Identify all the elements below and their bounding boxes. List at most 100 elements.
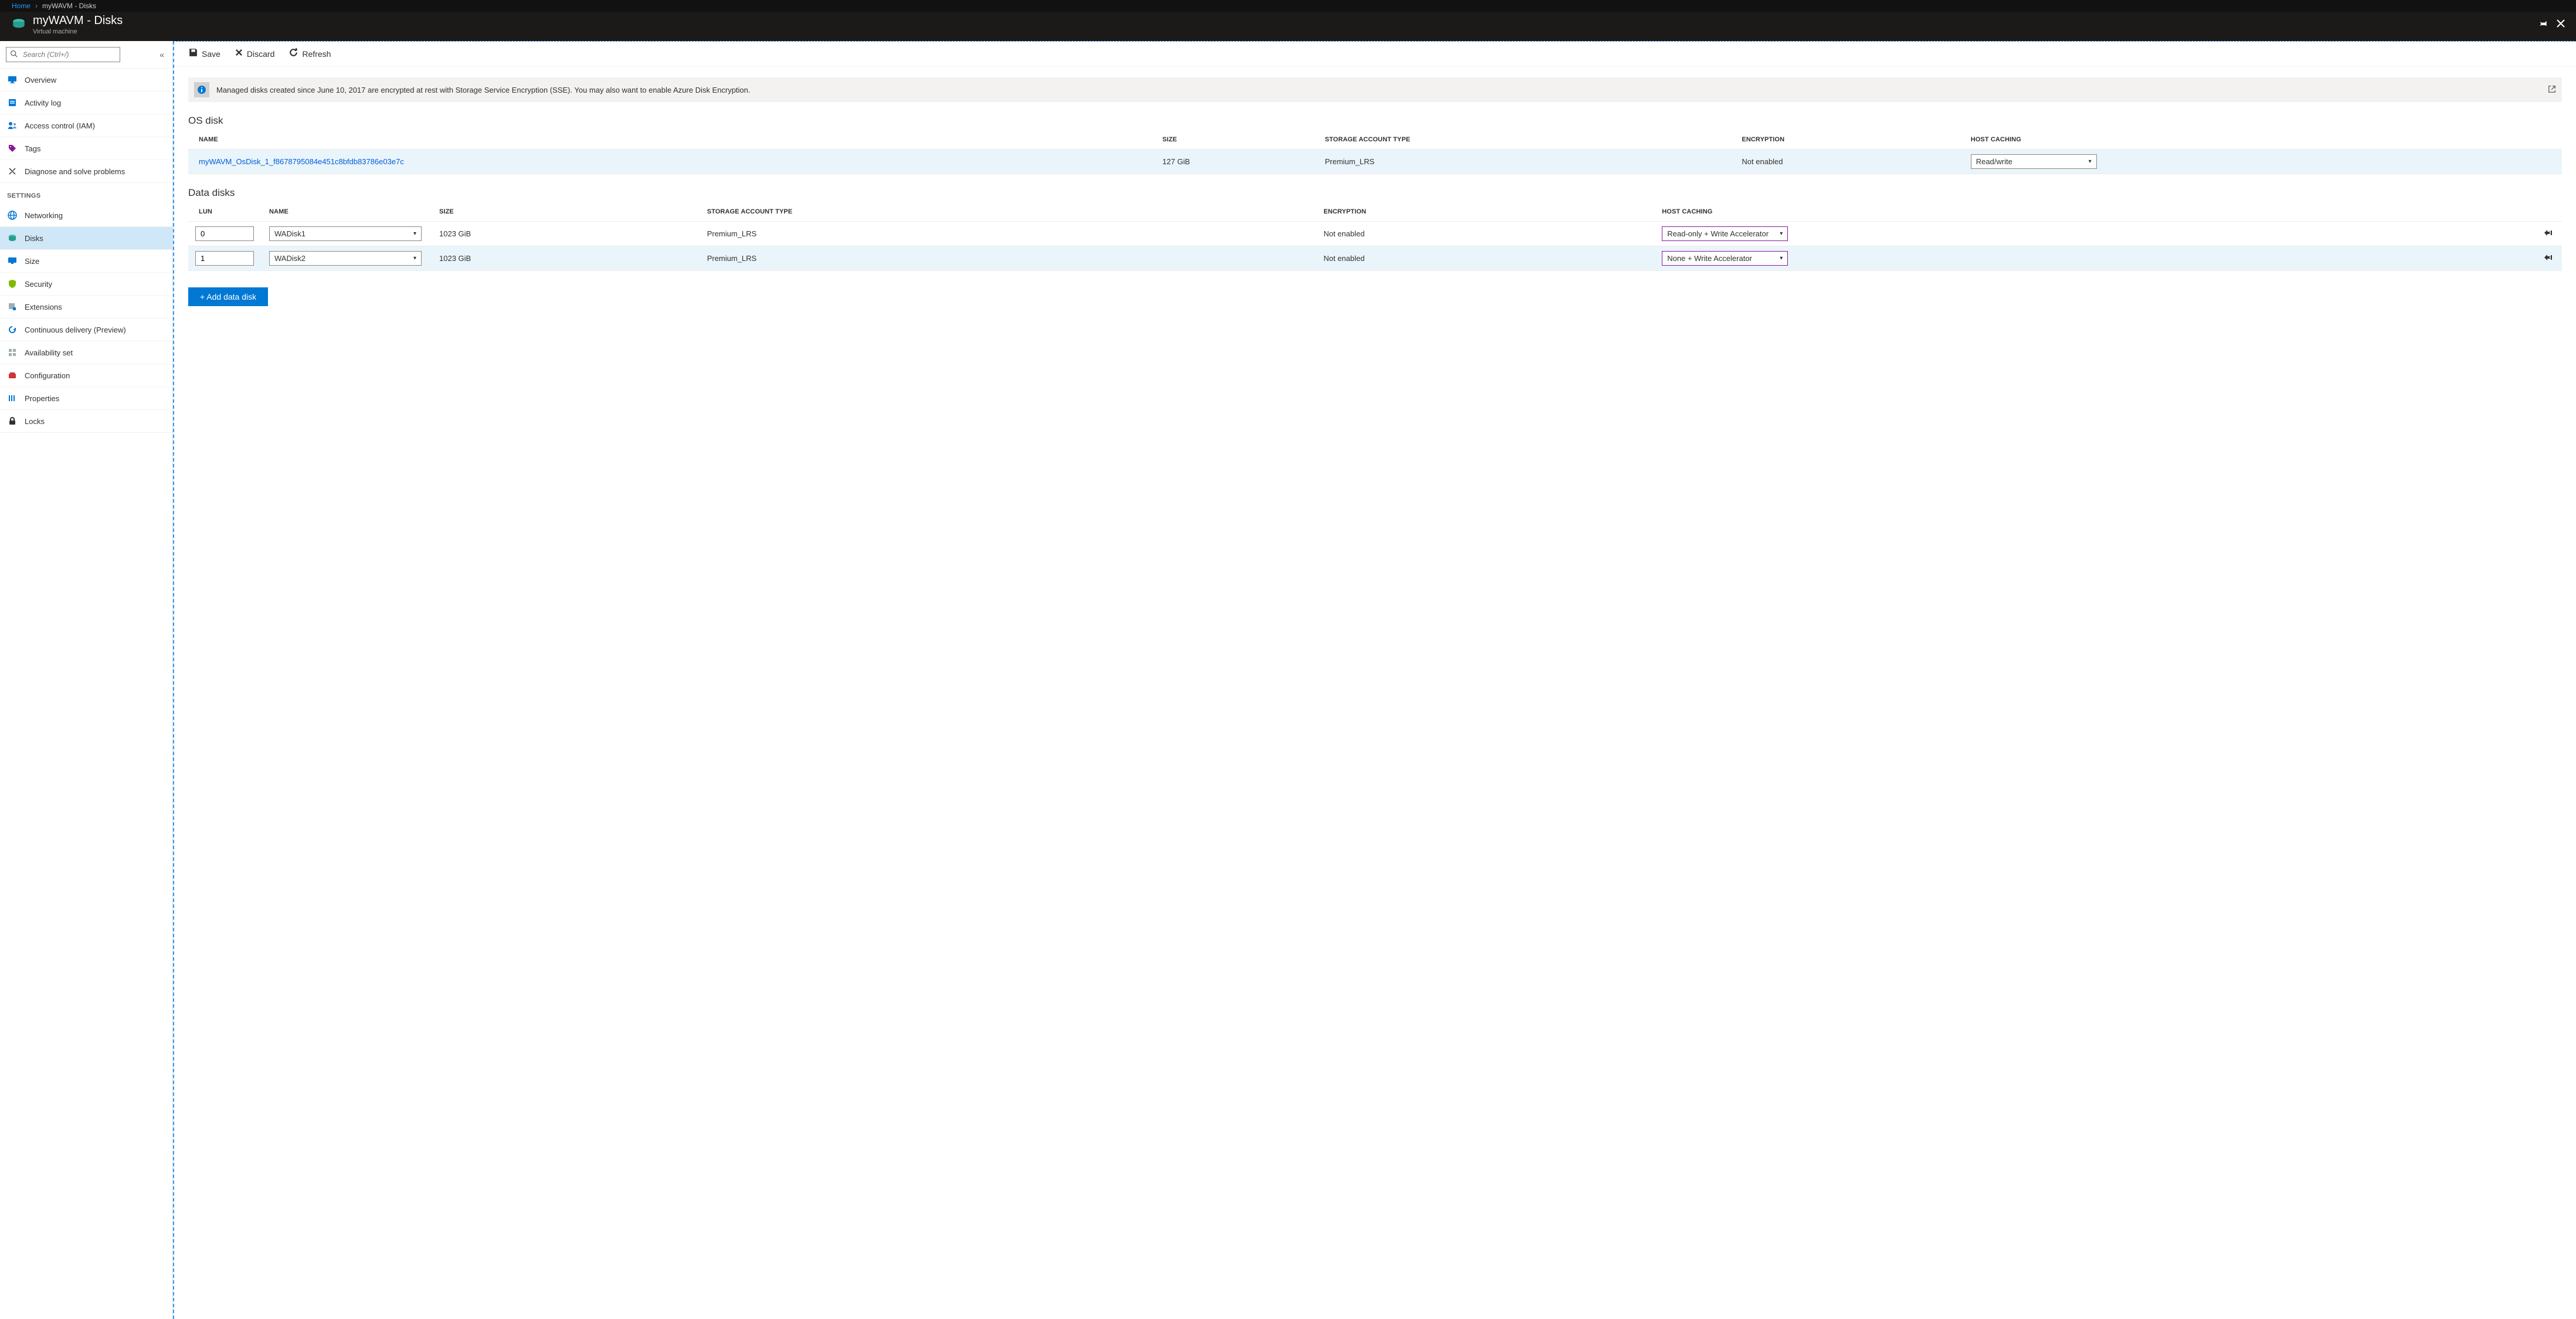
external-link-icon[interactable] (2548, 85, 2556, 95)
data-disk-row: WADisk1 ▾ 1023 GiB Premium_LRS Not enabl… (188, 222, 2562, 246)
availability-set-icon (7, 347, 18, 358)
os-disk-host-caching-select[interactable]: Read/write ▾ (1971, 154, 2097, 169)
size-icon (7, 256, 18, 266)
sidebar-item-networking[interactable]: Networking (0, 204, 172, 227)
close-icon[interactable] (2556, 19, 2565, 31)
os-disk-heading: OS disk (188, 115, 2562, 127)
sidebar-item-access-control[interactable]: Access control (IAM) (0, 114, 172, 137)
toolbar: Save Discard Refresh (174, 42, 2576, 67)
save-button[interactable]: Save (188, 48, 220, 60)
search-input[interactable] (6, 47, 120, 62)
sidebar-item-disks[interactable]: Disks (0, 227, 172, 250)
refresh-label: Refresh (302, 49, 331, 59)
os-disk-row: myWAVM_OsDisk_1_f8678795084e451c8bfdb837… (188, 150, 2562, 174)
sidebar-item-size[interactable]: Size (0, 250, 172, 273)
discard-button[interactable]: Discard (235, 48, 274, 60)
sidebar-item-label: Availability set (25, 348, 73, 357)
sidebar-item-continuous-delivery[interactable]: Continuous delivery (Preview) (0, 318, 172, 341)
sidebar-item-label: Disks (25, 234, 43, 243)
sidebar-item-tags[interactable]: Tags (0, 137, 172, 160)
chevron-down-icon: ▾ (413, 230, 416, 237)
sidebar-item-label: Diagnose and solve problems (25, 167, 125, 176)
info-banner: Managed disks created since June 10, 201… (188, 77, 2562, 102)
sidebar-item-label: Tags (25, 144, 40, 153)
sidebar-item-security[interactable]: Security (0, 273, 172, 296)
col-storage-type: STORAGE ACCOUNT TYPE (1320, 130, 1737, 150)
sidebar-item-activity-log[interactable]: Activity log (0, 91, 172, 114)
page-title: myWAVM - Disks (33, 14, 123, 27)
breadcrumb-current: myWAVM - Disks (42, 2, 96, 10)
chevron-down-icon: ▾ (1780, 255, 1783, 262)
disk-encryption: Not enabled (1319, 222, 1657, 246)
data-disk-row: WADisk2 ▾ 1023 GiB Premium_LRS Not enabl… (188, 246, 2562, 271)
disk-name-select[interactable]: WADisk1 ▾ (269, 226, 422, 241)
lun-input[interactable] (195, 226, 254, 241)
disk-size: 1023 GiB (435, 222, 702, 246)
breadcrumb-home[interactable]: Home (12, 2, 30, 10)
sidebar-item-extensions[interactable]: Extensions (0, 296, 172, 318)
data-disks-heading: Data disks (188, 187, 2562, 199)
os-disk-encryption: Not enabled (1737, 150, 1966, 174)
networking-icon (7, 210, 18, 221)
host-caching-select[interactable]: None + Write Accelerator ▾ (1662, 251, 1788, 266)
sidebar-item-label: Activity log (25, 99, 61, 107)
sidebar-item-label: Continuous delivery (Preview) (25, 325, 126, 334)
info-text: Managed disks created since June 10, 201… (216, 86, 751, 94)
locks-icon (7, 416, 18, 426)
col-name: NAME (188, 130, 1158, 150)
col-host-caching: HOST CACHING (1966, 130, 2562, 150)
os-disk-name-link[interactable]: myWAVM_OsDisk_1_f8678795084e451c8bfdb837… (199, 157, 404, 166)
disk-storage-type: Premium_LRS (702, 222, 1319, 246)
sidebar-item-configuration[interactable]: Configuration (0, 364, 172, 387)
write-accelerator-icon[interactable] (2543, 253, 2554, 263)
disk-icon (11, 16, 27, 33)
chevron-down-icon: ▾ (413, 255, 416, 262)
refresh-button[interactable]: Refresh (289, 48, 331, 60)
configuration-icon (7, 370, 18, 381)
os-disk-size: 127 GiB (1158, 150, 1320, 174)
add-data-disk-button[interactable]: + Add data disk (188, 287, 268, 306)
activity-log-icon (7, 97, 18, 108)
host-caching-select[interactable]: Read-only + Write Accelerator ▾ (1662, 226, 1788, 241)
properties-icon (7, 393, 18, 404)
col-encryption: ENCRYPTION (1737, 130, 1966, 150)
breadcrumb-separator: › (35, 2, 38, 10)
access-control-icon (7, 120, 18, 131)
chevron-down-icon: ▾ (1780, 230, 1783, 237)
disk-name-select[interactable]: WADisk2 ▾ (269, 251, 422, 266)
sidebar-item-label: Configuration (25, 371, 70, 380)
write-accelerator-icon[interactable] (2543, 229, 2554, 239)
page-subtitle: Virtual machine (33, 28, 123, 35)
collapse-sidebar-icon[interactable]: « (157, 50, 167, 59)
disk-name-value: WADisk2 (274, 254, 306, 263)
main-content: Save Discard Refresh Managed disks creat… (173, 41, 2576, 1319)
search-icon (10, 50, 18, 59)
sidebar-item-overview[interactable]: Overview (0, 69, 172, 91)
sidebar-item-label: Size (25, 257, 39, 266)
security-icon (7, 279, 18, 289)
os-disk-table: NAME SIZE STORAGE ACCOUNT TYPE ENCRYPTIO… (188, 130, 2562, 174)
overview-icon (7, 74, 18, 85)
os-disk-storage-type: Premium_LRS (1320, 150, 1737, 174)
col-lun: LUN (188, 202, 264, 222)
disk-size: 1023 GiB (435, 246, 702, 271)
continuous-delivery-icon (7, 324, 18, 335)
sidebar-item-diagnose[interactable]: Diagnose and solve problems (0, 160, 172, 183)
col-size: SIZE (1158, 130, 1320, 150)
sidebar-item-availability-set[interactable]: Availability set (0, 341, 172, 364)
sidebar-item-properties[interactable]: Properties (0, 387, 172, 410)
sidebar-item-locks[interactable]: Locks (0, 410, 172, 433)
col-size: SIZE (435, 202, 702, 222)
extensions-icon (7, 301, 18, 312)
info-icon (194, 82, 209, 97)
col-name: NAME (264, 202, 435, 222)
refresh-icon (289, 48, 298, 60)
pin-icon[interactable] (2538, 19, 2548, 31)
sidebar-item-label: Locks (25, 417, 45, 426)
tags-icon (7, 143, 18, 154)
lun-input[interactable] (195, 251, 254, 266)
sidebar-item-label: Networking (25, 211, 63, 220)
sidebar: « Overview Activity log Access control (… (0, 41, 173, 1319)
sidebar-item-label: Extensions (25, 303, 62, 311)
save-label: Save (202, 49, 220, 59)
